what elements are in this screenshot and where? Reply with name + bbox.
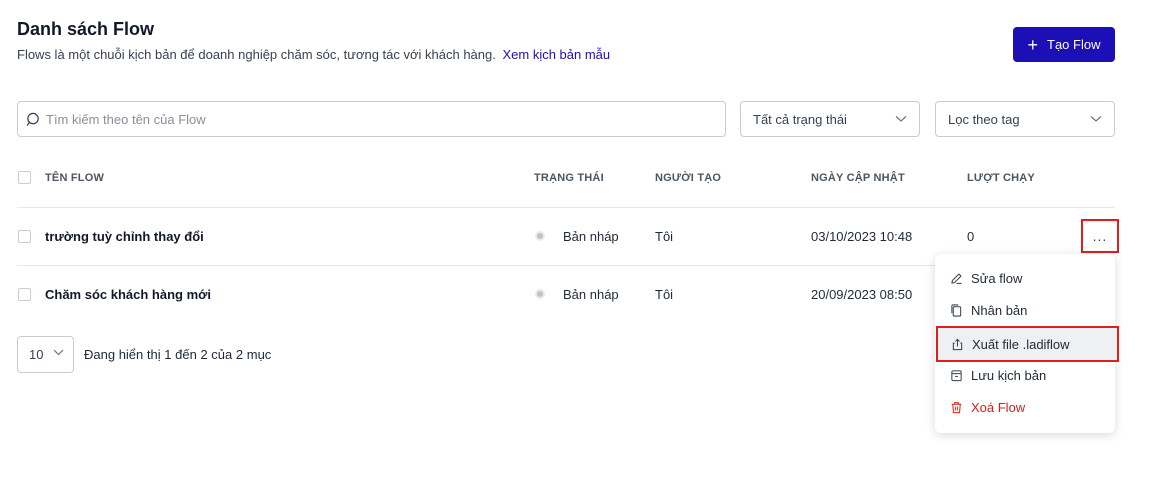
flow-name-link[interactable]: Chăm sóc khách hàng mới — [45, 287, 211, 302]
updated-date-cell: 03/10/2023 10:48 — [811, 229, 913, 244]
create-flow-button[interactable]: + Tạo Flow — [1013, 27, 1115, 62]
pagination-to-word: đến — [175, 347, 197, 362]
creator-cell: Tôi — [655, 229, 674, 244]
pagination-of-word: của — [211, 347, 233, 362]
page-size-select[interactable]: 10 — [17, 336, 74, 373]
status-badge: Bản nháp — [563, 229, 619, 244]
row-checkbox[interactable] — [18, 230, 31, 243]
menu-item-label: Xuất file .ladiflow — [972, 336, 1070, 352]
menu-item-export[interactable]: Xuất file .ladiflow — [936, 326, 1119, 362]
flow-actions-menu: Sửa flow Nhân bản Xuất file .ladiflow Lư… — [935, 254, 1119, 433]
runs-cell: 0 — [967, 229, 975, 244]
menu-item-duplicate[interactable]: Nhân bản — [935, 294, 1115, 326]
create-flow-label: Tạo Flow — [1047, 37, 1101, 52]
flow-name-link[interactable]: trường tuỳ chỉnh thay đổi — [45, 229, 204, 244]
column-header-creator: NGƯỜI TẠO — [655, 172, 722, 184]
select-all-checkbox[interactable] — [18, 171, 31, 184]
menu-item-label: Xoá Flow — [971, 399, 1026, 415]
column-header-status: TRẠNG THÁI — [534, 172, 604, 184]
pagination-from: 1 — [164, 347, 172, 362]
plus-icon: + — [1027, 34, 1039, 55]
copy-icon — [951, 303, 962, 317]
column-header-updated: NGÀY CẬP NHẬT — [811, 172, 905, 184]
tag-filter-select[interactable]: Lọc theo tag — [935, 101, 1115, 137]
pagination-to: 2 — [200, 347, 208, 362]
search-icon — [26, 112, 39, 126]
menu-item-delete[interactable]: Xoá Flow — [935, 391, 1115, 423]
search-input[interactable] — [46, 111, 706, 127]
header-divider — [17, 207, 1115, 208]
menu-item-label: Sửa flow — [971, 270, 1023, 286]
creator-cell: Tôi — [655, 287, 674, 302]
pagination-total: 2 — [235, 347, 244, 362]
updated-date-cell: 20/09/2023 08:50 — [811, 287, 913, 302]
pagination-info: Đang hiển thị 1 đến 2 của 2 mục — [84, 347, 271, 362]
chevron-down-icon — [1090, 116, 1102, 122]
chevron-down-icon — [54, 349, 64, 356]
sample-flows-link[interactable]: Xem kịch bản mẫu — [502, 47, 610, 62]
tag-filter-value: Lọc theo tag — [948, 111, 1020, 127]
menu-item-save-template[interactable]: Lưu kịch bản — [935, 359, 1115, 391]
page-size-value: 10 — [29, 347, 44, 362]
chevron-down-icon — [895, 116, 907, 122]
page-title: Danh sách Flow — [17, 19, 155, 39]
subtitle-text: Flows là một chuỗi kịch bản để doanh ngh… — [17, 47, 496, 62]
more-icon: ... — [1092, 228, 1108, 244]
menu-item-label: Lưu kịch bản — [971, 367, 1047, 383]
search-box[interactable] — [17, 101, 726, 137]
menu-item-edit[interactable]: Sửa flow — [935, 262, 1115, 294]
status-dot — [535, 231, 545, 241]
status-dot — [535, 289, 545, 299]
edit-icon — [951, 273, 962, 284]
trash-icon — [951, 401, 962, 413]
page-subtitle: Flows là một chuỗi kịch bản để doanh ngh… — [17, 47, 610, 62]
more-actions-button[interactable]: ... — [1081, 219, 1119, 253]
column-header-runs: LƯỢT CHẠY — [967, 172, 1035, 184]
menu-item-label: Nhân bản — [971, 302, 1028, 318]
save-template-icon — [951, 369, 962, 381]
row-checkbox[interactable] — [18, 288, 31, 301]
status-filter-value: Tất cả trạng thái — [753, 111, 847, 127]
status-badge: Bản nháp — [563, 287, 619, 302]
column-header-name: TÊN FLOW — [45, 172, 105, 184]
pagination-prefix: Đang hiển thị — [84, 347, 161, 362]
status-filter-select[interactable]: Tất cả trạng thái — [740, 101, 920, 137]
export-icon — [952, 338, 963, 350]
pagination-unit: mục — [246, 347, 272, 362]
